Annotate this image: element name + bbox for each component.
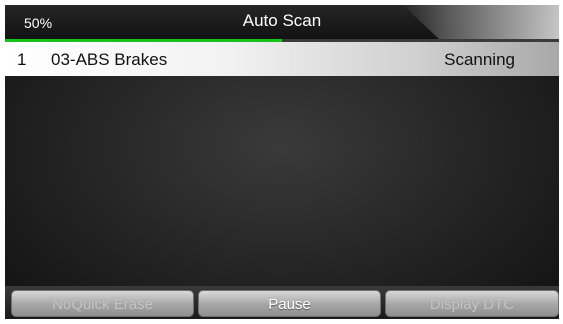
scan-list-row[interactable]: 1 03-ABS Brakes Scanning xyxy=(5,42,559,76)
row-index: 1 xyxy=(17,50,27,69)
scan-status: Scanning xyxy=(444,50,515,69)
page-title: Auto Scan xyxy=(242,11,322,30)
display-dtc-button[interactable]: Display DTC xyxy=(385,290,559,317)
title-bar: 50% Auto Scan xyxy=(5,5,559,39)
scan-screen: 50% Auto Scan 1 03-ABS Brakes Scanning N… xyxy=(5,5,559,319)
pause-button[interactable]: Pause xyxy=(198,290,381,317)
quick-erase-button[interactable]: NoQuick Erase xyxy=(11,290,194,317)
module-name: 03-ABS Brakes xyxy=(51,50,168,69)
bottom-toolbar: NoQuick Erase Pause Display DTC xyxy=(5,286,559,319)
